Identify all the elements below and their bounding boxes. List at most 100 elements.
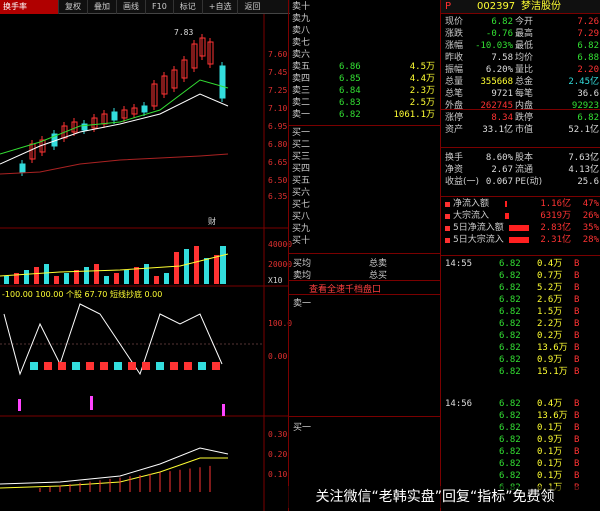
quote-field-value: 355668	[480, 77, 513, 87]
volume-bar	[214, 255, 219, 284]
tick-price: 6.82	[499, 343, 521, 353]
quote-field-label: 总笔	[445, 89, 464, 99]
bid-row[interactable]: 买七	[289, 200, 441, 211]
ask-row[interactable]: 卖二 6.83 2.5万	[289, 98, 441, 109]
trade-tick-row: 6.82 0.7万 B	[441, 270, 600, 282]
quote-field-value: -10.03%	[475, 41, 513, 51]
price-axis-label: 6.80	[268, 140, 288, 149]
draw-line-button[interactable]: 画线	[116, 0, 145, 14]
tick-side: B	[574, 307, 580, 317]
quote-row: 总笔 9721 每笔 36.6	[441, 88, 600, 100]
tick-volume: 0.1万	[537, 459, 563, 469]
back-button[interactable]: 返回	[237, 0, 266, 14]
quote-row: 涨幅 -10.03% 最低 6.82	[441, 40, 600, 52]
tick-volume: 0.9万	[537, 355, 563, 365]
indicator-bar	[212, 362, 220, 370]
trade-tick-row: 6.82 0.1万 B	[441, 470, 600, 482]
ask-row[interactable]: 卖一 6.82 1061.1万	[289, 110, 441, 121]
ask-volume: 2.5万	[409, 98, 435, 108]
volume-bar	[134, 267, 139, 284]
price-axis-label: 6.65	[268, 158, 288, 167]
volume-bar	[174, 252, 179, 284]
quote-row: 涨停 8.34 跌停 6.82	[441, 112, 600, 124]
ask-row[interactable]: 卖八	[289, 26, 441, 37]
f10-button[interactable]: F10	[145, 0, 173, 14]
restore-rights-button[interactable]: 复权	[58, 0, 87, 14]
trade-tick-row: 6.82 2.2万 B	[441, 318, 600, 330]
quote-field-label: 总量	[445, 77, 464, 87]
flow-marker-icon	[445, 226, 450, 231]
ask-row[interactable]: 卖四 6.85 4.4万	[289, 74, 441, 85]
bid-row[interactable]: 买十	[289, 236, 441, 247]
quote-field-value: 92923	[571, 101, 599, 111]
ask-price: 6.85	[339, 74, 361, 84]
quote-row: 外盘 262745 内盘 92923	[441, 100, 600, 112]
indicator-bar	[58, 362, 66, 370]
ask-row[interactable]: 卖三 6.84 2.3万	[289, 86, 441, 97]
mark-button[interactable]: 标记	[172, 0, 202, 14]
tick-side: B	[574, 459, 580, 469]
ask-row[interactable]: 卖五 6.86 4.5万	[289, 62, 441, 73]
quote-field-value: 6.82	[577, 113, 599, 123]
volume-bar	[24, 270, 29, 284]
bid-row[interactable]: 买四	[289, 164, 441, 175]
price-axis-label: 7.45	[268, 68, 288, 77]
trade-tick-row: 6.82 0.2万 B	[441, 330, 600, 342]
flow-value: 2.31亿	[540, 235, 571, 245]
cai-marker: 财	[208, 217, 216, 226]
volume-bar	[164, 273, 169, 284]
tick-side: B	[574, 367, 580, 377]
bid-row[interactable]: 买二	[289, 140, 441, 151]
price-axis-label: 6.95	[268, 122, 288, 131]
flow-value: 2.83亿	[540, 223, 571, 233]
tick-volume: 2.2万	[537, 319, 563, 329]
tick-volume: 0.1万	[537, 447, 563, 457]
trade-tick-row: 6.82 2.6万 B	[441, 294, 600, 306]
quote-field-value: 36.6	[577, 89, 599, 99]
overlay-button[interactable]: 叠加	[87, 0, 116, 14]
quote-field-label: 资产	[445, 125, 464, 135]
ask-row[interactable]: 卖七	[289, 38, 441, 49]
bid-row[interactable]: 买五	[289, 176, 441, 187]
quote-field-label: 内盘	[515, 101, 534, 111]
tick-side: B	[574, 471, 580, 481]
trade-tick-row: 6.82 0.1万 B	[441, 446, 600, 458]
ask-row[interactable]: 卖六	[289, 50, 441, 61]
bid-row[interactable]: 买九	[289, 224, 441, 235]
add-watchlist-button[interactable]: +自选	[201, 0, 238, 14]
quote-field-label: 均价	[515, 53, 534, 63]
bid-level-label: 买一	[292, 128, 311, 138]
quote-field-value: 7.58	[491, 53, 513, 63]
tick-volume: 0.1万	[537, 423, 563, 433]
indicator-axis-label: 0.00	[268, 352, 288, 361]
flow-bar	[505, 201, 507, 207]
flow-label: 5日大宗流入	[453, 235, 504, 245]
ask-row[interactable]: 卖十	[289, 2, 441, 13]
bid-level-label: 买三	[292, 152, 311, 162]
quote-field-label: 昨收	[445, 53, 464, 63]
bid-row[interactable]: 买六	[289, 188, 441, 199]
bid-row[interactable]: 买一	[289, 128, 441, 139]
ask-level-label: 卖八	[292, 26, 311, 36]
trade-tick-row: 14:55 6.82 0.4万 B	[441, 258, 600, 270]
volume-bar	[34, 267, 39, 284]
trade-tick-row: 14:56 6.82 0.4万 B	[441, 398, 600, 410]
tick-side: B	[574, 343, 580, 353]
indicator-bar	[44, 362, 52, 370]
kline-chart[interactable]	[0, 14, 288, 511]
high-price-mark: 7.83	[174, 28, 194, 37]
ma-line	[0, 153, 229, 175]
kline-chart-panel[interactable]: 7.60 7.45 7.25 7.10 6.95 6.80 6.65 6.50 …	[0, 14, 292, 511]
bid-row[interactable]: 买八	[289, 212, 441, 223]
bid-level-label: 买八	[292, 212, 311, 222]
ask-row[interactable]: 卖九	[289, 14, 441, 25]
bid-row[interactable]: 买三	[289, 152, 441, 163]
fund-flow-row: 5日净流入额 2.83亿 35%	[441, 222, 600, 234]
flow-marker-icon	[445, 214, 450, 219]
price-axis-label: 6.50	[268, 176, 288, 185]
flow-percent: 28%	[582, 235, 599, 245]
indicator-bar	[72, 362, 80, 370]
stock-name: 梦洁股份	[521, 1, 561, 12]
flow-marker-icon	[445, 202, 450, 207]
tick-price: 6.82	[499, 319, 521, 329]
